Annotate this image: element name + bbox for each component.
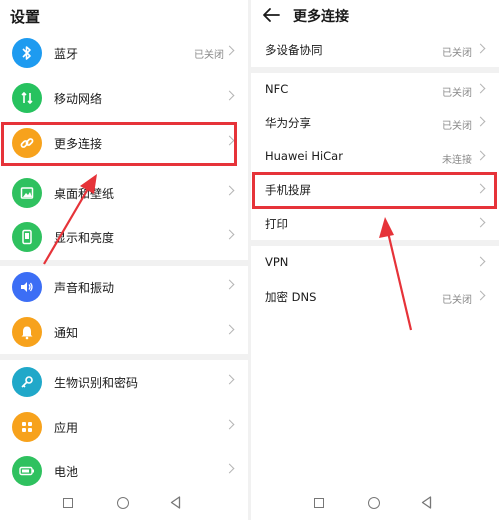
settings-item-biometrics[interactable]: 生物识别和密码 [0, 361, 248, 405]
status-text: 未连接 [442, 155, 472, 166]
connection-item-multi-device[interactable]: 多设备协同 已关闭 [251, 33, 499, 67]
chevron-right-icon [224, 229, 235, 240]
settings-item-label: 桌面和壁纸 [54, 187, 115, 201]
settings-item-wallpaper[interactable]: 桌面和壁纸 [0, 172, 248, 216]
page-title: 设置 [10, 8, 41, 26]
settings-item-apps[interactable]: 应用 [0, 406, 248, 450]
chevron-right-icon [475, 116, 486, 127]
chevron-right-icon [224, 279, 235, 290]
connection-item-label: 加密 DNS [265, 290, 317, 304]
settings-item-notifications[interactable]: 通知 [0, 311, 248, 355]
page-title: 更多连接 [293, 9, 349, 25]
connection-item-label: 多设备协同 [265, 43, 323, 57]
bell-icon [12, 317, 42, 347]
settings-item-label: 生物识别和密码 [54, 376, 139, 390]
home-icon[interactable] [117, 497, 129, 509]
settings-item-display[interactable]: 显示和亮度 [0, 216, 248, 260]
connection-item-label: VPN [265, 255, 289, 269]
connection-item-encrypted-dns[interactable]: 加密 DNS 已关闭 [251, 280, 499, 314]
chevron-right-icon [224, 374, 235, 385]
mobile-data-icon [12, 83, 42, 113]
connection-item-label: 打印 [265, 217, 288, 231]
chevron-right-icon [224, 185, 235, 196]
section-divider [0, 354, 248, 360]
connection-item-label: NFC [265, 82, 289, 96]
apps-icon [12, 412, 42, 442]
key-icon [12, 367, 42, 397]
connection-item-label: 华为分享 [265, 116, 311, 130]
connection-item-huawei-share[interactable]: 华为分享 已关闭 [251, 106, 499, 140]
chevron-right-icon [224, 324, 235, 335]
highlight-box-more-connections [1, 122, 237, 166]
connection-item-hicar[interactable]: Huawei HiCar 未连接 [251, 140, 499, 174]
status-text: 已关闭 [442, 48, 472, 59]
settings-item-bluetooth[interactable]: 蓝牙 已关闭 [0, 32, 248, 76]
chevron-right-icon [475, 290, 486, 301]
more-connections-panel: 更多连接 多设备协同 已关闭 NFC 已关闭 华为分享 已关闭 Huawei H… [251, 0, 499, 520]
settings-item-label: 蓝牙 [54, 47, 79, 61]
connection-item-label: Huawei HiCar [265, 149, 343, 163]
recent-apps-icon[interactable] [63, 498, 73, 508]
status-text: 已关闭 [442, 121, 472, 132]
navigation-bar [0, 486, 248, 520]
settings-item-label: 电池 [54, 465, 79, 479]
highlight-box-screen-projection [252, 172, 497, 209]
chevron-right-icon [224, 90, 235, 101]
chevron-right-icon [475, 150, 486, 161]
connection-item-vpn[interactable]: VPN [251, 246, 499, 280]
chevron-right-icon [475, 43, 486, 54]
home-icon[interactable] [368, 497, 380, 509]
chevron-right-icon [475, 217, 486, 228]
status-text: 已关闭 [442, 295, 472, 306]
recent-apps-icon[interactable] [314, 498, 324, 508]
settings-item-label: 应用 [54, 421, 79, 435]
bluetooth-icon [12, 38, 42, 68]
settings-panel: 设置 蓝牙 已关闭 移动网络 更多连接 桌面和壁纸 显示和亮度 声音和振动 通知… [0, 0, 248, 520]
back-arrow-icon[interactable] [261, 6, 281, 24]
wallpaper-icon [12, 178, 42, 208]
chevron-right-icon [224, 463, 235, 474]
settings-item-label: 声音和振动 [54, 281, 115, 295]
settings-item-label: 通知 [54, 326, 79, 340]
settings-item-mobile-network[interactable]: 移动网络 [0, 77, 248, 121]
back-icon[interactable] [170, 496, 181, 509]
settings-item-sound[interactable]: 声音和振动 [0, 266, 248, 310]
settings-item-label: 移动网络 [54, 92, 103, 106]
display-icon [12, 222, 42, 252]
sound-icon [12, 272, 42, 302]
connection-item-nfc[interactable]: NFC 已关闭 [251, 73, 499, 107]
settings-item-label: 显示和亮度 [54, 231, 115, 245]
navigation-bar [251, 486, 499, 520]
status-text: 已关闭 [442, 88, 472, 99]
status-text: 已关闭 [194, 50, 224, 61]
connection-item-print[interactable]: 打印 [251, 207, 499, 241]
battery-icon [12, 456, 42, 486]
chevron-right-icon [475, 83, 486, 94]
chevron-right-icon [475, 256, 486, 267]
chevron-right-icon [224, 45, 235, 56]
chevron-right-icon [224, 419, 235, 430]
back-icon[interactable] [421, 496, 432, 509]
